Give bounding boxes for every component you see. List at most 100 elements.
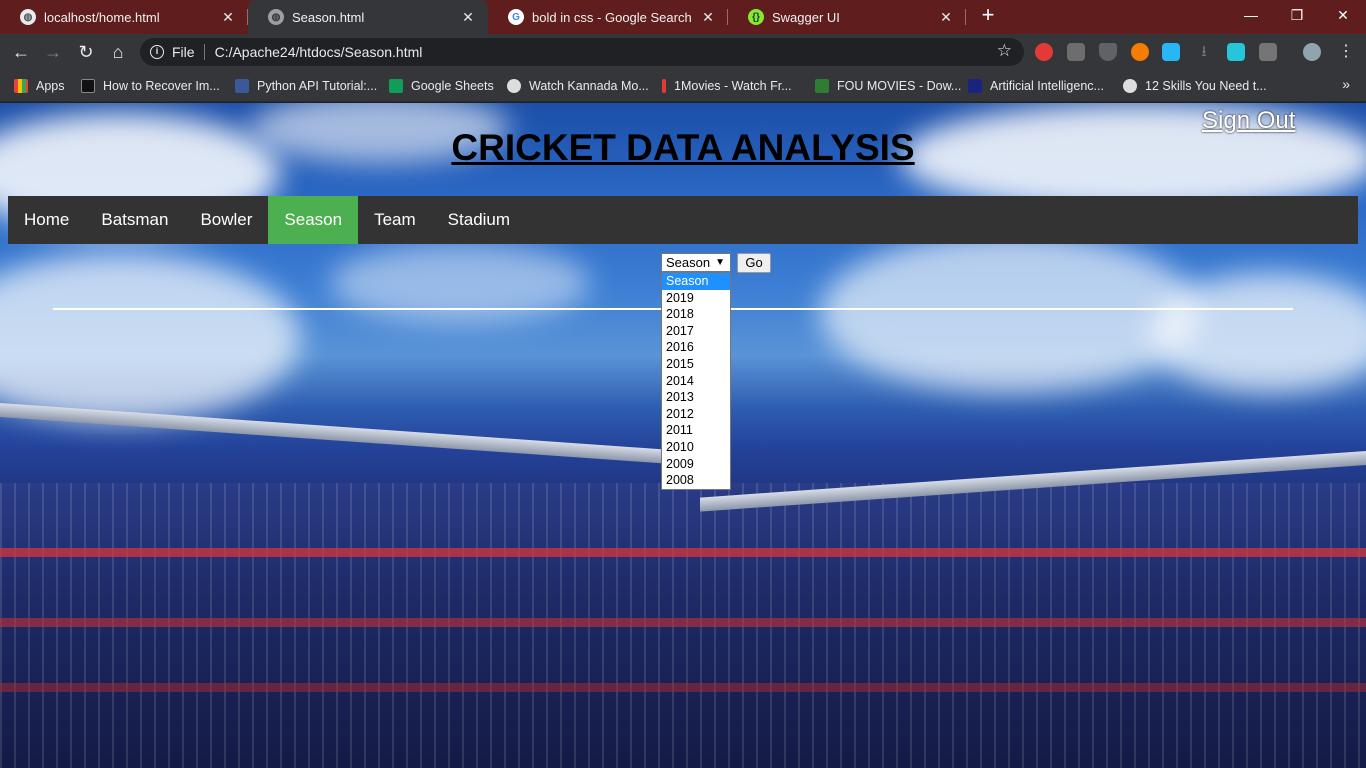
background-cloud — [330, 243, 590, 323]
more-bookmarks-button[interactable]: » — [1342, 76, 1350, 92]
nav-stadium[interactable]: Stadium — [432, 196, 526, 244]
close-icon[interactable]: ✕ — [220, 9, 236, 26]
restore-button[interactable]: ❐ — [1274, 0, 1320, 32]
page-title: CRICKET DATA ANALYSIS — [451, 127, 915, 168]
bookmark-item[interactable]: Python API Tutorial:... — [235, 76, 377, 96]
advertising-banner — [0, 618, 1366, 627]
sign-out-link[interactable]: Sign Out — [1202, 107, 1295, 135]
close-icon[interactable]: ✕ — [460, 9, 476, 26]
bookmark-apps[interactable]: Apps — [14, 76, 65, 96]
chevron-down-icon: ▼ — [715, 257, 725, 268]
tab-title: Swagger UI — [772, 9, 840, 25]
tab-title: bold in css - Google Search — [532, 9, 692, 25]
season-option[interactable]: 2019 — [662, 290, 730, 307]
send-extension-icon[interactable] — [1227, 43, 1245, 61]
google-icon: G — [508, 9, 524, 25]
season-select[interactable]: Season ▼ — [661, 253, 731, 272]
tab-google-search[interactable]: G bold in css - Google Search ✕ — [488, 0, 728, 34]
nav-bowler[interactable]: Bowler — [184, 196, 268, 244]
nav-team[interactable]: Team — [358, 196, 432, 244]
season-option[interactable]: 2018 — [662, 306, 730, 323]
bookmark-label: 1Movies - Watch Fr... — [674, 79, 792, 93]
season-option[interactable]: 2011 — [662, 422, 730, 439]
swagger-icon: {} — [748, 9, 764, 25]
go-button[interactable]: Go — [737, 253, 771, 273]
background-cloud — [820, 233, 1200, 393]
nav-season[interactable]: Season — [268, 196, 359, 244]
forward-arrow-icon[interactable]: → — [41, 40, 65, 64]
season-option[interactable]: 2017 — [662, 323, 730, 340]
home-icon[interactable]: ⌂ — [106, 40, 130, 64]
code-extension-icon[interactable] — [1259, 43, 1277, 61]
address-url[interactable]: C:/Apache24/htdocs/Season.html — [215, 44, 423, 60]
bookmark-item[interactable]: 1Movies - Watch Fr... — [662, 76, 792, 96]
close-icon[interactable]: ✕ — [938, 9, 954, 26]
shield-extension-icon[interactable] — [1099, 43, 1117, 61]
season-option[interactable]: 2016 — [662, 339, 730, 356]
reload-icon[interactable]: ↻ — [74, 40, 98, 64]
bookmark-label: Google Sheets — [411, 79, 494, 93]
season-option[interactable]: 2012 — [662, 406, 730, 423]
download-extension-icon[interactable]: ⭳ — [1195, 43, 1213, 61]
info-icon[interactable]: i — [150, 45, 164, 59]
bookmark-label: 12 Skills You Need t... — [1145, 79, 1267, 93]
back-arrow-icon[interactable]: ← — [9, 40, 33, 64]
address-scheme: File — [172, 44, 195, 60]
profile-avatar[interactable] — [1303, 43, 1321, 61]
main-nav: Home Batsman Bowler Season Team Stadium — [8, 196, 1358, 244]
tab-title: localhost/home.html — [44, 9, 160, 25]
bookmark-star-icon[interactable]: ☆ — [997, 41, 1012, 61]
globe-icon: ◍ — [20, 9, 36, 25]
season-option[interactable]: 2015 — [662, 356, 730, 373]
snowflake-extension-icon[interactable] — [1162, 43, 1180, 61]
season-dropdown-list: Season 2019 2018 2017 2016 2015 2014 201… — [661, 272, 731, 490]
python-icon — [235, 79, 249, 93]
tab-strip: ◍ localhost/home.html ✕ ◍ Season.html ✕ … — [0, 0, 1366, 34]
season-option[interactable]: 2014 — [662, 373, 730, 390]
address-divider — [203, 44, 205, 60]
season-option[interactable]: 2009 — [662, 456, 730, 473]
window-close-button[interactable]: ✕ — [1320, 0, 1366, 32]
season-option[interactable]: 2008 — [662, 472, 730, 489]
globe-icon — [507, 79, 521, 93]
bookmark-item[interactable]: Artificial Intelligenc... — [968, 76, 1104, 96]
advertising-banner — [0, 683, 1366, 692]
bookmarks-bar: Apps How to Recover Im... Python API Tut… — [0, 70, 1366, 102]
bookmark-item[interactable]: Google Sheets — [389, 76, 494, 96]
tab-swagger[interactable]: {} Swagger UI ✕ — [728, 0, 966, 34]
tab-home[interactable]: ◍ localhost/home.html ✕ — [0, 0, 248, 34]
address-bar[interactable]: i File C:/Apache24/htdocs/Season.html ☆ — [140, 38, 1024, 66]
page-viewport: CRICKET DATA ANALYSIS Sign Out Home Bats… — [0, 103, 1366, 768]
globe-icon — [1123, 79, 1137, 93]
nav-home[interactable]: Home — [8, 196, 85, 244]
background-cloud — [1150, 273, 1366, 393]
pdf-extension-icon[interactable] — [1067, 43, 1085, 61]
minimize-button[interactable]: — — [1228, 0, 1274, 32]
bookmark-item[interactable]: FOU MOVIES - Dow... — [815, 76, 961, 96]
bookmark-label: How to Recover Im... — [103, 79, 220, 93]
bookmark-item[interactable]: 12 Skills You Need t... — [1123, 76, 1267, 96]
adblock-extension-icon[interactable] — [1035, 43, 1053, 61]
close-icon[interactable]: ✕ — [700, 9, 716, 26]
season-option[interactable]: 2010 — [662, 439, 730, 456]
fm-icon — [815, 79, 829, 93]
fire-extension-icon[interactable] — [1131, 43, 1149, 61]
season-option[interactable]: 2013 — [662, 389, 730, 406]
htg-icon — [81, 79, 95, 93]
ai-icon — [968, 79, 982, 93]
tab-season[interactable]: ◍ Season.html ✕ — [248, 0, 488, 34]
background-cloud — [0, 253, 300, 423]
bookmark-label: Artificial Intelligenc... — [990, 79, 1104, 93]
nav-batsman[interactable]: Batsman — [85, 196, 184, 244]
bookmark-item[interactable]: Watch Kannada Mo... — [507, 76, 649, 96]
bookmark-item[interactable]: How to Recover Im... — [81, 76, 220, 96]
menu-dots-icon[interactable]: ⋮ — [1334, 40, 1358, 64]
new-tab-button[interactable]: + — [976, 4, 1000, 28]
bookmark-label: Watch Kannada Mo... — [529, 79, 649, 93]
season-select-value: Season — [666, 255, 711, 270]
browser-toolbar: ← → ↻ ⌂ i File C:/Apache24/htdocs/Season… — [0, 34, 1366, 70]
season-option[interactable]: Season — [662, 273, 730, 290]
bookmark-label: FOU MOVIES - Dow... — [837, 79, 962, 93]
one-movies-icon — [662, 79, 666, 93]
sheets-icon — [389, 79, 403, 93]
